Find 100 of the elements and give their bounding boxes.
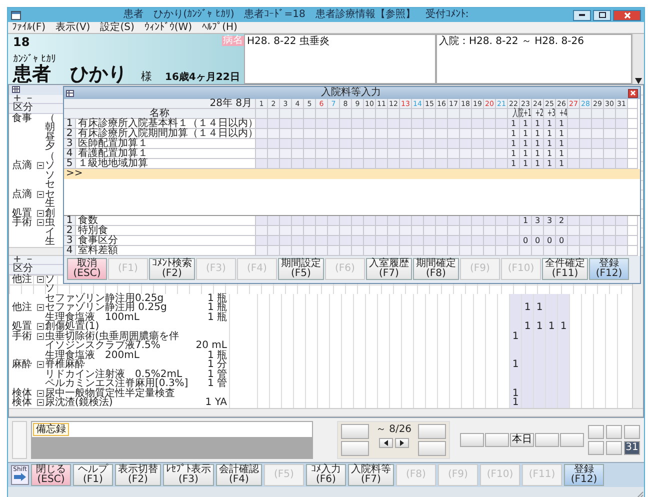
- day-count-cell: 1: [556, 159, 568, 169]
- function-key-button[interactable]: ﾚｾﾌﾟﾄ表示 (F3): [163, 464, 214, 486]
- tree-toggle-icon[interactable]: [36, 276, 44, 283]
- patient-kana: ｶﾝｼﾞｬ ﾋｶﾘ: [13, 54, 58, 65]
- tree-toggle-icon[interactable]: [36, 219, 44, 226]
- order-item: 夕: [45, 142, 56, 152]
- today-button[interactable]: 本日: [510, 432, 534, 446]
- quantity: 1 瓶: [206, 312, 228, 322]
- tree-toggle-icon[interactable]: [36, 390, 44, 397]
- order-item: 虫: [45, 218, 56, 228]
- row-number: 1: [64, 119, 76, 129]
- function-key-button[interactable]: ヘルプ (F1): [73, 464, 113, 486]
- category-label: 手術: [11, 218, 33, 228]
- order-item: 虫垂切除術(虫垂周囲膿瘍を伴: [45, 332, 180, 341]
- function-key-button[interactable]: 会計確認 (F4): [216, 464, 262, 486]
- day-count-cell: 1: [509, 332, 521, 341]
- tree-toggle-icon[interactable]: [36, 332, 44, 340]
- day-count-cell: 1: [544, 119, 556, 129]
- close-button[interactable]: [613, 10, 641, 20]
- function-key-button[interactable]: 閉じる (ESC): [31, 464, 71, 486]
- function-key-button[interactable]: 入室履歴 (F7): [366, 258, 412, 280]
- grid-icon[interactable]: [12, 86, 20, 94]
- menu-item[interactable]: ﾌｧｲﾙ(F): [12, 22, 46, 33]
- day-count-cell: 1: [557, 322, 569, 332]
- day-count-cell: 0: [520, 236, 532, 246]
- function-key-button[interactable]: 登録 (F12): [564, 464, 604, 486]
- grid-icon: [66, 90, 74, 96]
- dialog-title: 入院料等入力: [320, 87, 382, 99]
- category-label: 手術: [11, 332, 33, 341]
- maximize-button[interactable]: [593, 10, 611, 20]
- memo-field[interactable]: [32, 436, 312, 458]
- tree-toggle-icon[interactable]: [36, 190, 44, 198]
- category-label: 麻酔: [11, 360, 33, 370]
- column-header: 区分: [9, 104, 63, 114]
- tree-toggle-icon[interactable]: [36, 323, 44, 330]
- function-key-button[interactable]: 入院料等 (F7): [348, 464, 394, 486]
- minimize-button[interactable]: [573, 10, 591, 20]
- day-count-cell: 1: [532, 139, 544, 149]
- patient-age: 16歳4ヶ月22日: [165, 70, 240, 84]
- order-item: （: [45, 152, 56, 161]
- tree-toggle-icon[interactable]: [36, 210, 44, 217]
- day-count-cell: 1: [544, 159, 556, 169]
- memo-tab[interactable]: 備忘録: [33, 422, 70, 436]
- column-header: 区分: [9, 265, 63, 274]
- day-count-cell: 1: [556, 139, 568, 149]
- close-button[interactable]: [628, 88, 638, 98]
- function-key-button[interactable]: 取消 (ESC): [67, 258, 107, 280]
- order-item: 創傷処置(1): [45, 322, 100, 332]
- tree-toggle-icon[interactable]: [36, 162, 44, 170]
- order-item: 生: [45, 199, 56, 208]
- function-key-button[interactable]: 期間設定 (F5): [278, 258, 324, 280]
- function-key-button[interactable]: 表示切替 (F2): [115, 464, 161, 486]
- category-label: 他注: [11, 274, 33, 284]
- order-item: 生理食塩液 100mL: [45, 312, 140, 322]
- entry-row[interactable]: >>: [64, 169, 640, 179]
- order-item: 生: [45, 237, 56, 246]
- function-key-button[interactable]: 全件確定 (F11): [542, 258, 588, 280]
- menu-item[interactable]: 表示(V): [56, 22, 90, 33]
- menu-item[interactable]: ｳｨﾝﾄﾞｳ(W): [144, 22, 192, 33]
- down-arrow-icon[interactable]: [635, 78, 642, 84]
- tree-toggle-icon[interactable]: [36, 361, 44, 368]
- header-cell: [484, 109, 496, 119]
- row-number: 4: [64, 149, 76, 159]
- header-cell: [352, 109, 364, 119]
- next-button[interactable]: [394, 438, 409, 448]
- stay-day-label: +1: [523, 109, 532, 119]
- diagnosis-badge: 病名: [222, 36, 244, 46]
- header-cell: [580, 109, 592, 119]
- day-count-cell: 1: [545, 322, 557, 332]
- day-count-cell: 1: [521, 303, 533, 312]
- menu-item[interactable]: 設定(S): [100, 22, 134, 33]
- header-cell: [448, 109, 460, 119]
- function-key-button[interactable]: ｺﾒ入力 (F6): [306, 464, 346, 486]
- prev-button[interactable]: [378, 438, 393, 448]
- day-count-cell: 1: [532, 159, 544, 169]
- day-count-cell: 3: [532, 216, 544, 226]
- quantity: 20 mL: [195, 341, 228, 350]
- day-count-cell: 1: [508, 129, 520, 139]
- function-key-button[interactable]: 期間確定 (F8): [413, 258, 459, 280]
- quantity: 1 管: [206, 370, 228, 379]
- tree-toggle-icon[interactable]: [36, 304, 44, 312]
- tree-toggle-icon[interactable]: [36, 399, 44, 406]
- calendar-button[interactable]: 31: [624, 440, 640, 454]
- header-cell: [316, 109, 328, 119]
- function-key-button[interactable]: ｺﾒﾝﾄ検索 (F2): [149, 258, 195, 280]
- header-cell: [328, 109, 340, 119]
- header-cell: [460, 109, 472, 119]
- resize-grip-icon[interactable]: [635, 490, 644, 497]
- day-count-cell: 1: [520, 129, 532, 139]
- item-name: 食数: [76, 216, 256, 226]
- day-count-cell: 1: [509, 360, 521, 370]
- function-key-button[interactable]: 登録 (F12): [589, 258, 629, 280]
- category-label: 点滴: [11, 161, 33, 170]
- month-label: 28年 8月: [64, 99, 256, 109]
- menu-item[interactable]: ﾍﾙﾌﾟ(H): [202, 22, 238, 33]
- item-name: 有床診療所入院基本料１（１４日以内）: [76, 119, 256, 129]
- entry-prompt: >>: [66, 168, 83, 179]
- day-count-cell: 1: [509, 398, 521, 408]
- header-cell: [340, 109, 352, 119]
- item-name: 特別食: [76, 226, 256, 236]
